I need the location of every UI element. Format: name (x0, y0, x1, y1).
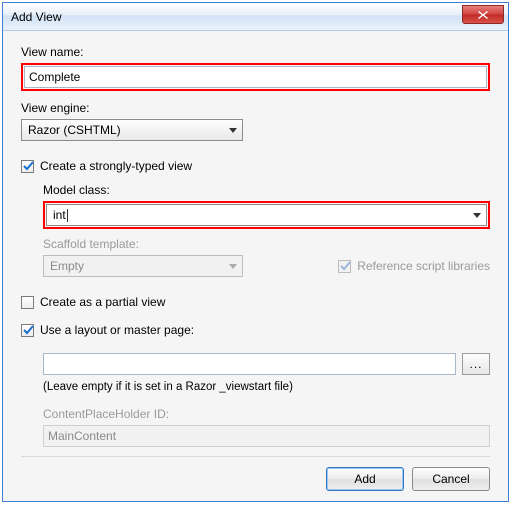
strongly-typed-section: Model class: int Scaffold template: Empt… (21, 183, 490, 287)
checkbox-icon (21, 160, 34, 173)
view-name-input[interactable] (24, 66, 487, 88)
layout-section: ... (Leave empty if it is set in a Razor… (21, 347, 490, 447)
add-button[interactable]: Add (326, 467, 404, 491)
scaffold-template-label: Scaffold template: (43, 237, 490, 251)
reference-scripts-checkbox-row: Reference script libraries (338, 259, 490, 273)
reference-scripts-label: Reference script libraries (357, 259, 490, 273)
use-layout-checkbox-row[interactable]: Use a layout or master page: (21, 323, 490, 337)
dialog-window: Add View View name: View engine: Razor (… (2, 2, 509, 502)
titlebar: Add View (3, 3, 508, 31)
close-button[interactable] (462, 5, 504, 24)
view-engine-value: Razor (CSHTML) (28, 123, 121, 137)
window-title: Add View (3, 10, 61, 24)
partial-view-checkbox-row[interactable]: Create as a partial view (21, 295, 490, 309)
model-class-value: int (53, 208, 66, 222)
chevron-down-icon (224, 120, 242, 140)
dialog-content: View name: View engine: Razor (CSHTML) C… (3, 31, 508, 501)
browse-button[interactable]: ... (462, 353, 490, 375)
view-name-highlight (21, 63, 490, 91)
view-engine-combo[interactable]: Razor (CSHTML) (21, 119, 243, 141)
cancel-button-label: Cancel (432, 472, 469, 486)
chevron-down-icon (468, 205, 486, 225)
partial-view-label: Create as a partial view (40, 295, 165, 309)
browse-label: ... (469, 357, 482, 371)
view-engine-label: View engine: (21, 101, 490, 115)
layout-path-input[interactable] (43, 353, 456, 375)
checkbox-icon (21, 324, 34, 337)
checkbox-icon (338, 260, 351, 273)
text-caret (67, 209, 68, 222)
scaffold-template-combo: Empty (43, 255, 243, 277)
scaffold-template-value: Empty (50, 259, 84, 273)
strongly-typed-label: Create a strongly-typed view (40, 159, 192, 173)
use-layout-label: Use a layout or master page: (40, 323, 194, 337)
content-placeholder-input (43, 425, 490, 447)
model-class-label: Model class: (43, 183, 490, 197)
close-icon (477, 10, 489, 20)
chevron-down-icon (224, 256, 242, 276)
add-button-label: Add (354, 472, 375, 486)
view-name-label: View name: (21, 45, 490, 59)
cancel-button[interactable]: Cancel (412, 467, 490, 491)
dialog-footer: Add Cancel (21, 456, 490, 491)
content-placeholder-label: ContentPlaceHolder ID: (43, 407, 490, 421)
model-class-combo[interactable]: int (46, 204, 487, 226)
checkbox-icon (21, 296, 34, 309)
strongly-typed-checkbox-row[interactable]: Create a strongly-typed view (21, 159, 490, 173)
layout-hint: (Leave empty if it is set in a Razor _vi… (43, 381, 490, 393)
